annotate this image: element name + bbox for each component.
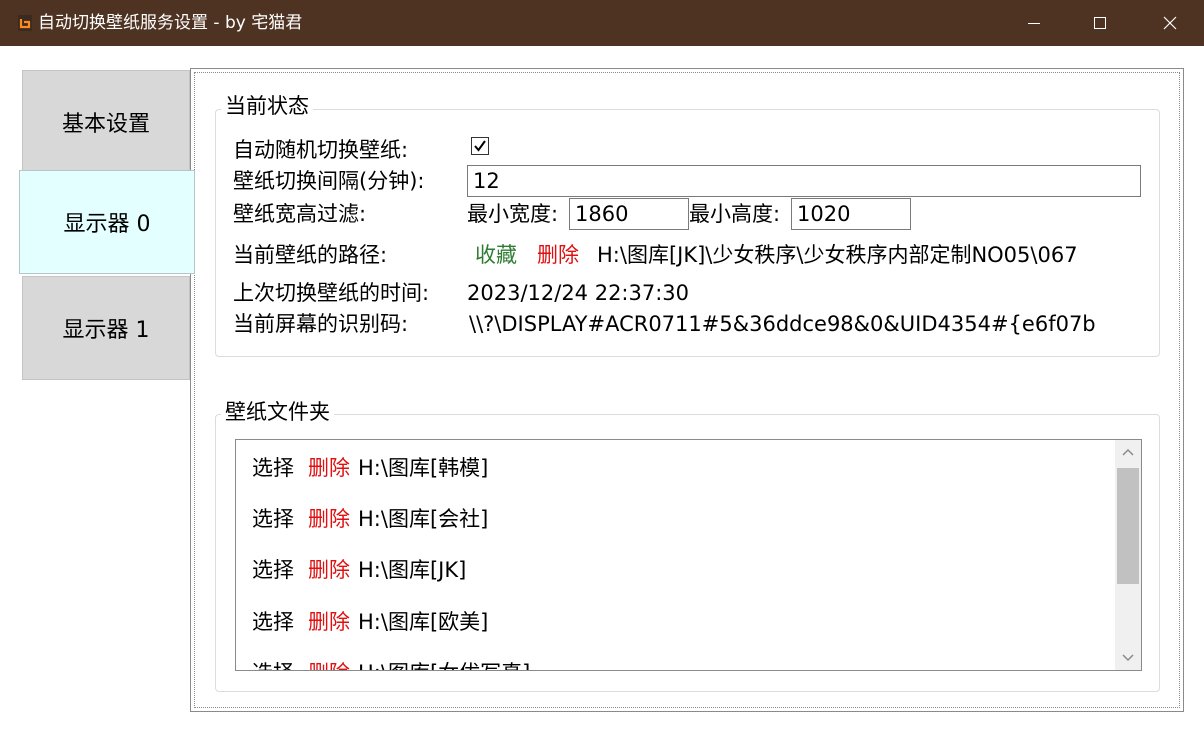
list-item: 选择 删除 H:\图库[JK]	[252, 556, 466, 584]
folder-path: H:\图库[女优写真]	[358, 661, 530, 670]
delete-link[interactable]: 删除	[308, 456, 350, 480]
tab-display-0[interactable]: 显示器 0	[19, 170, 195, 274]
window-title: 自动切换壁纸服务设置 - by 宅猫君	[38, 13, 303, 33]
maximize-button[interactable]	[1066, 0, 1134, 46]
screen-id-value: \\?\DISPLAY#ACR0711#5&36ddce98&0&UID4354…	[469, 312, 1096, 336]
content-panel: 当前状态 自动随机切换壁纸: 壁纸切换间隔(分钟): 12 壁纸宽高过滤: 最小…	[190, 68, 1184, 712]
scroll-down-icon[interactable]	[1122, 654, 1134, 662]
scrollbar-thumb[interactable]	[1117, 468, 1139, 584]
min-height-input[interactable]: 1020	[791, 198, 911, 230]
close-button[interactable]	[1136, 0, 1204, 46]
folder-path: H:\图库[会社]	[358, 507, 489, 531]
select-link[interactable]: 选择	[252, 507, 294, 531]
delete-link[interactable]: 删除	[308, 661, 350, 670]
close-icon	[1163, 16, 1177, 30]
title-bar: 自动切换壁纸服务设置 - by 宅猫君	[0, 0, 1204, 46]
size-filter-label: 壁纸宽高过滤:	[233, 202, 367, 226]
auto-switch-label: 自动随机切换壁纸:	[233, 138, 409, 162]
select-link[interactable]: 选择	[252, 558, 294, 582]
select-link[interactable]: 选择	[252, 456, 294, 480]
interval-label: 壁纸切换间隔(分钟):	[233, 169, 425, 193]
current-path-value: H:\图库[JK]\少女秩序\少女秩序内部定制NO05\067	[597, 243, 1078, 267]
list-item: 选择 删除 H:\图库[会社]	[252, 505, 488, 533]
tab-basic-settings[interactable]: 基本设置	[22, 70, 190, 174]
checkmark-icon	[474, 140, 486, 152]
delete-link[interactable]: 删除	[308, 558, 350, 582]
delete-current-link[interactable]: 删除	[537, 241, 579, 269]
folder-path: H:\图库[欧美]	[358, 610, 489, 634]
minimize-button[interactable]	[1000, 0, 1068, 46]
tab-label: 显示器 1	[62, 318, 150, 343]
favorite-link[interactable]: 收藏	[475, 241, 517, 269]
list-item: 选择 删除 H:\图库[女优写真]	[252, 659, 530, 670]
min-height-label: 最小高度:	[689, 202, 781, 226]
app-icon	[18, 15, 32, 31]
tab-display-1[interactable]: 显示器 1	[22, 276, 190, 380]
last-switch-value: 2023/12/24 22:37:30	[467, 281, 690, 305]
list-item: 选择 删除 H:\图库[欧美]	[252, 608, 488, 636]
scroll-up-icon[interactable]	[1122, 448, 1134, 456]
delete-link[interactable]: 删除	[308, 610, 350, 634]
select-link[interactable]: 选择	[252, 661, 294, 670]
folders-group-title: 壁纸文件夹	[221, 399, 334, 425]
folder-path: H:\图库[韩模]	[358, 456, 489, 480]
status-group-title: 当前状态	[221, 93, 313, 119]
tab-label: 显示器 0	[63, 212, 151, 237]
interval-input[interactable]: 12	[467, 165, 1141, 197]
maximize-icon	[1094, 17, 1106, 29]
list-scrollbar[interactable]	[1115, 440, 1141, 670]
screen-id-label: 当前屏幕的识别码:	[233, 312, 409, 336]
delete-link[interactable]: 删除	[308, 507, 350, 531]
min-width-input[interactable]: 1860	[569, 198, 689, 230]
select-link[interactable]: 选择	[252, 610, 294, 634]
folder-list[interactable]: 选择 删除 H:\图库[韩模] 选择 删除 H:\图库[会社] 选择 删除 H:\图库[JK…	[235, 439, 1142, 671]
tab-label: 基本设置	[61, 112, 150, 137]
minimize-icon	[1028, 23, 1040, 24]
auto-switch-checkbox[interactable]	[471, 137, 489, 155]
folder-path: H:\图库[JK]	[358, 558, 467, 582]
last-switch-label: 上次切换壁纸的时间:	[233, 281, 430, 305]
min-width-label: 最小宽度:	[467, 202, 559, 226]
current-path-label: 当前壁纸的路径:	[233, 243, 388, 267]
list-item: 选择 删除 H:\图库[韩模]	[252, 454, 488, 482]
